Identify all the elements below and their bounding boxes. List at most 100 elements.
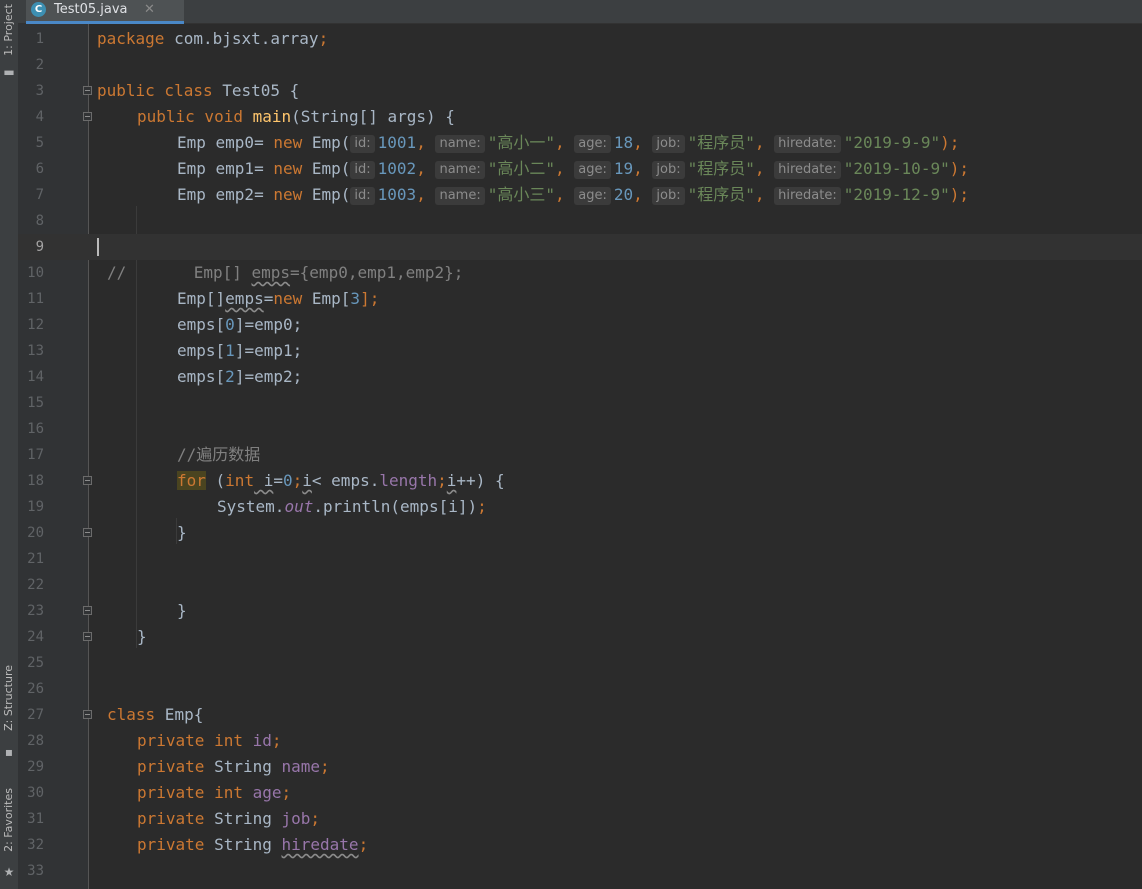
code-line[interactable]: 30 private int age; — [18, 780, 1142, 806]
method-name: main — [252, 107, 292, 126]
string-literal: "程序员" — [687, 159, 755, 178]
code-line[interactable]: 32 private String hiredate; — [18, 832, 1142, 858]
code-line[interactable]: 22 — [18, 572, 1142, 598]
code-line[interactable]: 14 emps[2]=emp2; — [18, 364, 1142, 390]
constructor-token: Emp( — [302, 185, 351, 204]
line-number: 25 — [27, 655, 44, 671]
array-access: emps[ — [177, 367, 226, 386]
param-hint: job: — [652, 187, 685, 205]
tool-window-strip: 1: Project ▬ Z: Structure ▪ 2: Favorites… — [0, 0, 19, 889]
line-number: 7 — [35, 187, 44, 203]
line-number: 8 — [35, 213, 44, 229]
method-params: (String[] args) { — [291, 107, 455, 126]
class-token: System. — [217, 497, 285, 516]
code-line[interactable]: 11 Emp[]emps=new Emp[3]; — [18, 286, 1142, 312]
package-name: com.bjsxt.array — [164, 29, 319, 48]
line-number: 16 — [27, 421, 44, 437]
code-line[interactable]: 5 Emp emp0= new Emp(id: 1001, name: "高小一", … — [18, 130, 1142, 156]
line-number: 28 — [27, 733, 44, 749]
code-line[interactable]: 18 for (int i=0;i< emps.length;i++) { — [18, 468, 1142, 494]
variable-token: i — [302, 471, 312, 490]
type-token: Emp[] — [177, 289, 226, 308]
constructor-token: Emp( — [302, 159, 351, 178]
code-line[interactable]: 8 — [18, 208, 1142, 234]
constructor-token: Emp[ — [302, 289, 351, 308]
line-number: 29 — [27, 759, 44, 775]
keyword-token: int — [225, 471, 255, 490]
folder-icon[interactable]: ▬ — [2, 66, 16, 78]
editor-tab-bar: C Test05.java ✕ — [18, 0, 1142, 24]
assignment: ]=emp2; — [234, 367, 303, 386]
line-number: 3 — [35, 83, 44, 99]
line-number: 20 — [27, 525, 44, 541]
code-line[interactable]: 4 public void main(String[] args) { — [18, 104, 1142, 130]
close-tab-icon[interactable]: ✕ — [144, 0, 155, 19]
code-line[interactable]: 33 — [18, 858, 1142, 884]
code-line[interactable]: 20} — [18, 520, 1142, 546]
code-line[interactable]: 27 class Emp{ — [18, 702, 1142, 728]
comment-text: Emp[] — [126, 263, 252, 282]
code-line[interactable]: 7 Emp emp2= new Emp(id: 1003, name: "高小三", … — [18, 182, 1142, 208]
keyword-token: private — [137, 809, 205, 828]
line-number: 21 — [27, 551, 44, 567]
statement-end: ]; — [360, 289, 380, 308]
statement-end: ); — [949, 159, 969, 178]
code-line[interactable]: 29 private String name; — [18, 754, 1142, 780]
code-line[interactable]: 1 package com.bjsxt.array; — [18, 26, 1142, 52]
code-line[interactable]: 15 — [18, 390, 1142, 416]
comment-text: ={emp0,emp1,emp2}; — [290, 263, 464, 282]
param-hint: job: — [652, 135, 685, 153]
array-access: emps[ — [177, 341, 226, 360]
code-line[interactable]: 2 — [18, 52, 1142, 78]
code-line[interactable]: 17 //遍历数据 — [18, 442, 1142, 468]
keyword-token: private int — [137, 783, 243, 802]
keyword-token: new — [273, 133, 303, 152]
code-line[interactable]: 19 System.out.println(emps[i]); — [18, 494, 1142, 520]
semicolon-token: ; — [318, 29, 329, 48]
number-literal: 1 — [225, 341, 235, 360]
code-line[interactable]: 28 private int id; — [18, 728, 1142, 754]
favorites-tool-button[interactable]: 2: Favorites — [1, 788, 17, 852]
number-literal: 1003 — [377, 185, 417, 204]
code-line[interactable]: 31 private String job; — [18, 806, 1142, 832]
code-editor[interactable]: 1 package com.bjsxt.array; 2 3 public clas… — [18, 24, 1142, 889]
field-token: job — [271, 809, 311, 828]
code-line[interactable]: 24} — [18, 624, 1142, 650]
declaration-token: Emp emp2= — [177, 185, 274, 204]
code-line[interactable]: 26 — [18, 676, 1142, 702]
number-literal: 0 — [282, 471, 293, 490]
line-number: 30 — [27, 785, 44, 801]
fold-marker-icon[interactable] — [83, 86, 92, 95]
operator-token: = — [273, 471, 283, 490]
tab-test05-java[interactable]: C Test05.java ✕ — [26, 0, 184, 24]
code-line[interactable]: 23} — [18, 598, 1142, 624]
code-line[interactable]: 6 Emp emp1= new Emp(id: 1002, name: "高小二", … — [18, 156, 1142, 182]
fold-marker-icon[interactable] — [83, 632, 92, 641]
code-line[interactable]: 25 — [18, 650, 1142, 676]
code-line[interactable]: 3 public class Test05 { — [18, 78, 1142, 104]
fold-marker-icon[interactable] — [83, 528, 92, 537]
fold-marker-icon[interactable] — [83, 606, 92, 615]
code-line[interactable]: 16 — [18, 416, 1142, 442]
star-icon[interactable]: ★ — [2, 866, 16, 878]
param-hint: id: — [350, 135, 375, 153]
structure-tool-button[interactable]: Z: Structure — [1, 665, 17, 731]
fold-marker-icon[interactable] — [83, 710, 92, 719]
code-line[interactable]: 10 // Emp[] emps={emp0,emp1,emp2}; — [18, 260, 1142, 286]
code-line[interactable]: 21 — [18, 546, 1142, 572]
project-tool-button[interactable]: 1: Project — [1, 4, 17, 56]
param-hint: age: — [574, 161, 611, 179]
comment-text: //遍历数据 — [177, 445, 261, 464]
current-code-line[interactable]: 9 — [18, 234, 1142, 260]
param-hint: hiredate: — [774, 187, 841, 205]
code-line[interactable]: 13 emps[1]=emp1; — [18, 338, 1142, 364]
assignment: ]=emp0; — [234, 315, 303, 334]
fold-marker-icon[interactable] — [83, 476, 92, 485]
code-line[interactable]: 12 emps[0]=emp0; — [18, 312, 1142, 338]
static-field-token: out — [284, 497, 314, 516]
keyword-token: private int — [137, 731, 243, 750]
structure-icon[interactable]: ▪ — [2, 746, 16, 758]
type-token: String — [204, 809, 272, 828]
keyword-token: new — [273, 159, 303, 178]
fold-marker-icon[interactable] — [83, 112, 92, 121]
